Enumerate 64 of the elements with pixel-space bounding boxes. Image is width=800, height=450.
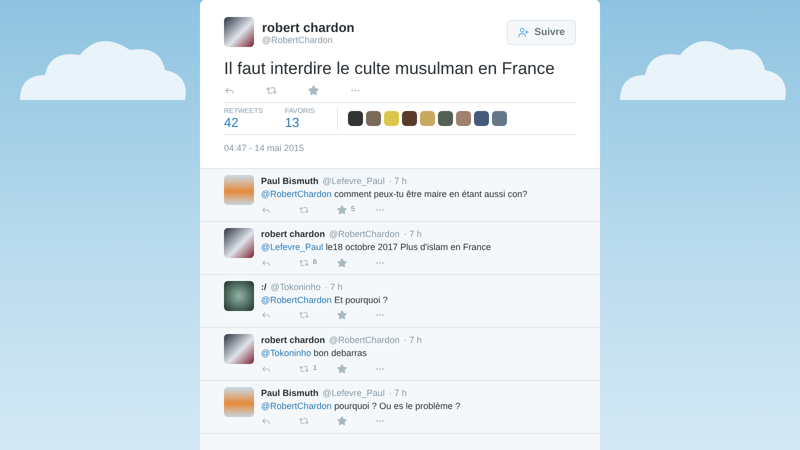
mention-link[interactable]: @RobertChardon <box>261 189 332 199</box>
author-handle[interactable]: @RobertChardon <box>262 34 508 44</box>
reply-author[interactable]: robert chardon <box>261 334 326 346</box>
star-icon[interactable] <box>337 258 347 268</box>
retweet-icon[interactable] <box>266 85 277 96</box>
reply-handle[interactable]: @Lefevre_Paul <box>322 175 385 187</box>
user-thumbnail[interactable] <box>474 111 489 126</box>
reply-author[interactable]: robert chardon <box>261 228 326 240</box>
star-icon[interactable] <box>337 416 347 426</box>
reply-text: @RobertChardon Et pourquoi ? <box>261 294 389 306</box>
star-icon[interactable] <box>308 85 319 96</box>
mention-link[interactable]: @RobertChardon <box>261 295 332 305</box>
reply-time[interactable]: · 7 h <box>404 228 422 240</box>
stat-value[interactable]: 13 <box>284 114 315 130</box>
user-thumbnail[interactable] <box>402 111 417 126</box>
retweet-icon[interactable] <box>299 416 309 426</box>
reply-time[interactable]: · 7 h <box>404 334 422 346</box>
star-icon[interactable] <box>337 205 347 215</box>
star-icon[interactable] <box>337 310 347 320</box>
reply-icon[interactable] <box>261 310 271 320</box>
reply-text: @RobertChardon comment peux-tu être maire en étant aussi con? <box>261 188 528 200</box>
retweet-icon[interactable] <box>299 310 309 320</box>
avatar-picture[interactable] <box>224 281 254 311</box>
add-user-icon <box>518 26 530 38</box>
reply-text: @Lefevre_Paul le18 octobre 2017 Plus d'islam en France <box>261 241 492 253</box>
retweet-icon[interactable] <box>299 258 309 268</box>
reply-author[interactable]: Paul Bismuth <box>261 175 319 187</box>
reply-text: @Tokoninho bon debarras <box>261 347 368 359</box>
avatar-picture[interactable] <box>224 228 254 258</box>
reply-handle[interactable]: @Lefevre_Paul <box>322 387 385 399</box>
user-thumbnail[interactable] <box>492 111 507 126</box>
avatar-picture[interactable] <box>224 334 254 364</box>
reply-time[interactable]: · 7 h <box>324 281 343 293</box>
stat-value[interactable]: 42 <box>224 114 263 130</box>
tweet-date: 04:47 - 14 mai 2015 <box>224 143 306 154</box>
star-icon[interactable] <box>337 364 347 374</box>
user-thumbnail[interactable] <box>438 111 453 126</box>
user-thumbnail[interactable] <box>456 111 471 126</box>
avatar-photo[interactable] <box>224 17 254 47</box>
reply-handle[interactable]: @Tokoninho <box>270 281 321 293</box>
reply-author[interactable]: Paul Bismuth <box>261 387 319 399</box>
author-name[interactable]: robert chardon <box>262 20 508 34</box>
user-thumbnail[interactable] <box>348 111 363 126</box>
reply-icon[interactable] <box>261 416 271 426</box>
reply-icon[interactable] <box>261 258 271 268</box>
reply-icon[interactable] <box>224 85 235 96</box>
reply-author[interactable]: :/ <box>261 281 266 293</box>
reply-time[interactable]: · 7 h <box>388 175 407 187</box>
reply-icon[interactable] <box>261 364 271 374</box>
retweet-icon[interactable] <box>299 364 309 374</box>
retweet-icon[interactable] <box>299 205 309 215</box>
reply-text: @RobertChardon pourquoi ? Ou es le problème ? <box>261 400 460 412</box>
reply-time[interactable]: · 7 h <box>388 387 407 399</box>
reply-handle[interactable]: @RobertChardon <box>329 334 400 346</box>
reply-icon[interactable] <box>261 205 271 215</box>
user-thumbnail[interactable] <box>366 111 381 126</box>
tweet-text: Il faut interdire le culte musulman en France <box>224 59 556 79</box>
user-thumbnail[interactable] <box>420 111 435 126</box>
mention-link[interactable]: @Tokoninho <box>261 348 312 358</box>
follow-button[interactable]: Suivre <box>507 20 576 44</box>
user-thumbnail[interactable] <box>384 111 399 126</box>
mention-link[interactable]: @Lefevre_Paul <box>261 242 324 252</box>
reply-handle[interactable]: @RobertChardon <box>329 228 400 240</box>
mention-link[interactable]: @RobertChardon <box>261 401 332 411</box>
